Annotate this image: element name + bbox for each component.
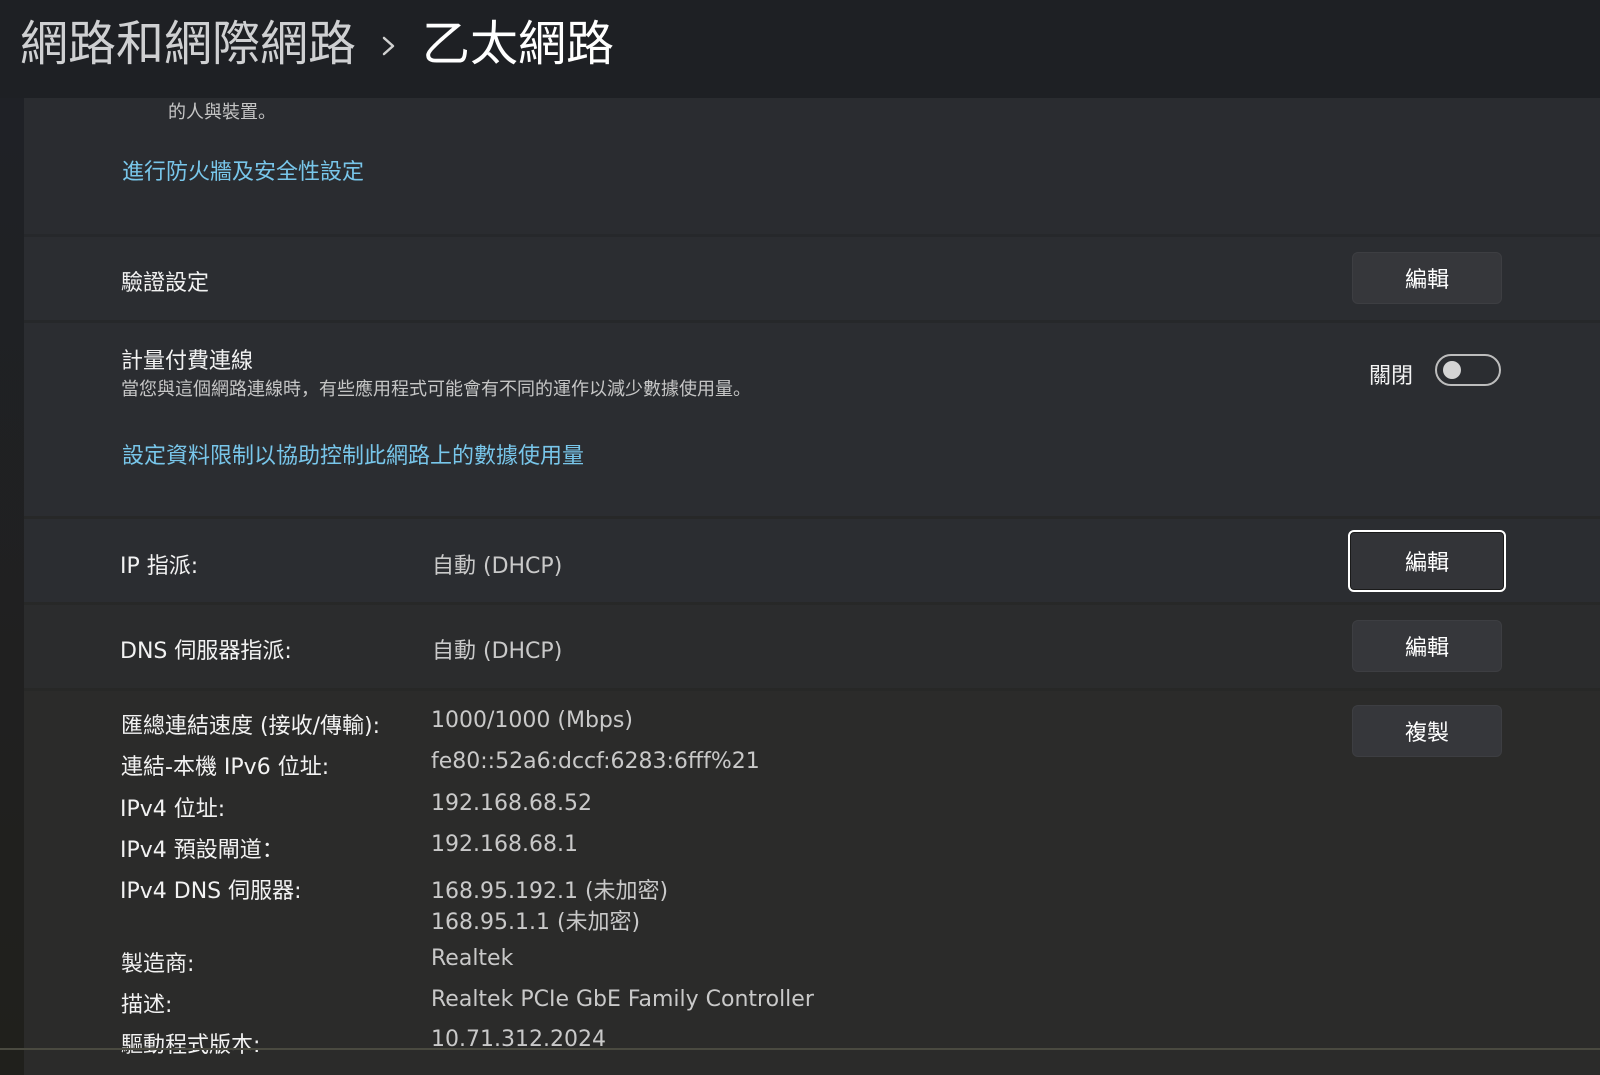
ip-assignment-edit-button[interactable]: 編輯 (1348, 530, 1506, 592)
property-label: IPv4 位址: (120, 797, 226, 822)
metered-connection-card: 計量付費連線 當您與這個網路連線時，有些應用程式可能會有不同的運作以減少數據使用… (24, 323, 1600, 516)
property-label: 描述: (121, 993, 173, 1018)
property-label: 連結-本機 IPv6 位址: (121, 755, 330, 780)
property-label: IPv4 預設閘道： (120, 838, 284, 863)
dns-assignment-card: DNS 伺服器指派: 自動 (DHCP) 編輯 (24, 605, 1600, 688)
properties-card: 複製 匯總連結速度 (接收/傳輸): 1000/1000 (Mbps) 連結-本… (24, 691, 1600, 1075)
property-value: 168.95.1.1 (未加密) (431, 910, 641, 935)
metered-description: 當您與這個網路連線時，有些應用程式可能會有不同的運作以減少數據使用量。 (121, 379, 751, 400)
property-value: 1000/1000 (Mbps) (431, 708, 633, 733)
metered-toggle[interactable] (1435, 354, 1501, 386)
metered-state-label: 關閉 (1369, 364, 1414, 389)
property-value: Realtek PCIe GbE Family Controller (431, 987, 814, 1012)
property-label: 驅動程式版本: (121, 1033, 261, 1058)
property-value: 192.168.68.52 (431, 791, 592, 816)
property-value: 168.95.192.1 (未加密) (431, 879, 669, 904)
data-limit-link[interactable]: 設定資料限制以協助控制此網路上的數據使用量 (122, 438, 584, 470)
ip-assignment-card: IP 指派: 自動 (DHCP) 編輯 (24, 519, 1600, 602)
breadcrumb: 網路和網際網路 乙太網路 (0, 0, 1600, 98)
dns-assignment-edit-button[interactable]: 編輯 (1352, 620, 1502, 672)
left-nav-strip (0, 98, 24, 1075)
auth-settings-card: 驗證設定 編輯 (24, 237, 1600, 320)
chevron-right-icon (382, 36, 395, 56)
property-value: 192.168.68.1 (431, 832, 578, 857)
property-value: fe80::52a6:dccf:6283:6fff%21 (431, 749, 760, 774)
ip-assignment-value: 自動 (DHCP) (432, 554, 563, 579)
property-label: IPv4 DNS 伺服器: (120, 879, 302, 904)
dns-assignment-label: DNS 伺服器指派: (120, 639, 292, 664)
dns-assignment-value: 自動 (DHCP) (432, 639, 563, 664)
copy-properties-button[interactable]: 複製 (1352, 705, 1502, 757)
ip-assignment-label: IP 指派: (120, 554, 199, 579)
property-label: 製造商: (121, 952, 195, 977)
firewall-settings-link[interactable]: 進行防火牆及安全性設定 (122, 154, 364, 186)
firewall-card: 的人與裝置。 進行防火牆及安全性設定 (24, 98, 1600, 234)
toggle-knob (1443, 361, 1461, 379)
settings-page: 網路和網際網路 乙太網路 的人與裝置。 進行防火牆及安全性設定 驗證設定 編輯 … (0, 0, 1600, 1075)
breadcrumb-parent[interactable]: 網路和網際網路 (20, 12, 356, 76)
auth-settings-label: 驗證設定 (121, 271, 210, 296)
page-title: 乙太網路 (422, 16, 615, 72)
property-value: Realtek (431, 946, 514, 971)
firewall-description: 的人與裝置。 (168, 102, 276, 123)
metered-title: 計量付費連線 (121, 349, 254, 374)
taskbar-edge (0, 1048, 1600, 1050)
property-label: 匯總連結速度 (接收/傳輸): (121, 714, 380, 739)
auth-settings-edit-button[interactable]: 編輯 (1352, 252, 1502, 304)
